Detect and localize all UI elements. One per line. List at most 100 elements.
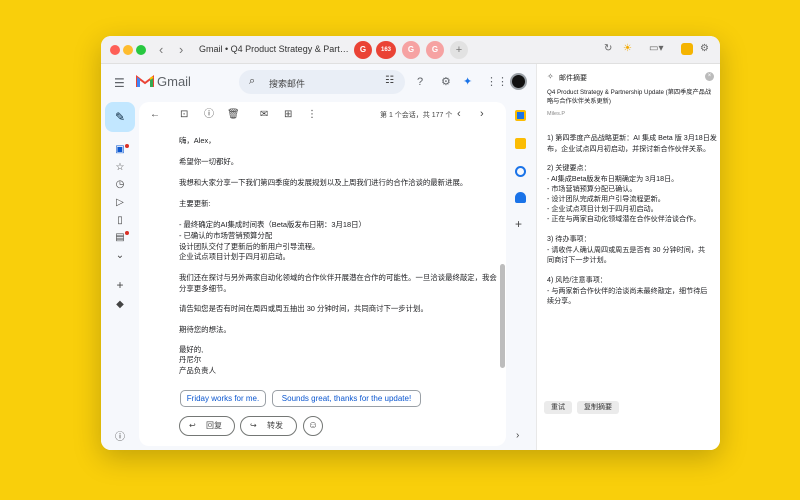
archive-icon[interactable]: ⊡ (180, 109, 188, 121)
email-signature-title: 产品负责人 (179, 366, 216, 375)
reply-button[interactable]: ↩ 回复 (179, 416, 235, 436)
starred-icon[interactable]: ☆ (113, 162, 127, 173)
forward-icon[interactable]: › (179, 42, 183, 58)
email-line: 我们还在探讨与另外两家自动化领域的合作伙伴开展潜在合作的可能性。一旦洽谈最终敲定… (179, 273, 497, 282)
add-label-icon[interactable]: + (113, 278, 127, 292)
settings-icon[interactable]: ⚙ (441, 76, 451, 88)
email-line: 分享更多细节。 (179, 284, 231, 293)
close-panel-icon[interactable]: × (705, 72, 714, 81)
email-line: 请告知您是否有时间在周四或周五抽出 30 分钟时间，共同商讨下一步计划。 (179, 304, 428, 313)
pager-text: 第 1 个会话，共 177 个 (380, 112, 453, 119)
email-summary-panel: ✧ 邮件摘要 × Q4 Product Strategy & Partnersh… (536, 64, 720, 450)
tab-gmail-2[interactable]: G (402, 41, 420, 59)
forward-icon: ↪ (250, 421, 257, 430)
copy-summary-button[interactable]: 复制摘要 (577, 401, 619, 414)
help-icon[interactable]: ? (417, 76, 423, 88)
main-menu-icon[interactable]: ☰ (114, 76, 125, 90)
extension-icon[interactable] (681, 43, 693, 55)
summary-subject: Q4 Product Strategy & Partnership Update… (547, 89, 712, 105)
side-apps-strip: + › (506, 100, 536, 450)
apps-grid-icon[interactable]: ⋮⋮ (486, 76, 508, 88)
summary-line: - AI集成Beta版发布日期确定为 3月18日。 (547, 175, 679, 183)
summary-line: 布，企业试点四月初启动，并探讨新合作伙伴关系。 (547, 145, 711, 153)
new-tab-button[interactable]: + (450, 41, 468, 59)
tab-163-mail[interactable]: 163 (376, 41, 396, 59)
back-icon[interactable]: ‹ (159, 42, 163, 58)
summary-line: 3) 待办事项： (547, 235, 591, 243)
emoji-reaction-button[interactable]: ☺ (303, 416, 323, 436)
unread-dot (125, 144, 129, 148)
gmail-logo-icon (136, 75, 154, 87)
info-icon[interactable]: ⓘ (113, 428, 127, 443)
summary-line: - 请收件人确认周四或周五是否有 30 分钟时间，共 (547, 246, 706, 254)
summary-line: 4) 风险/注意事项： (547, 276, 607, 284)
move-to-icon[interactable]: ⊞ (284, 109, 292, 121)
reply-icon: ↩ (189, 421, 196, 430)
close-window-button[interactable] (110, 45, 120, 55)
tab-gmail-3[interactable]: G (426, 41, 444, 59)
scrollbar-thumb[interactable] (500, 264, 505, 368)
delete-icon[interactable]: 🗑 (227, 109, 240, 121)
reload-icon[interactable]: ↻ (604, 43, 612, 55)
back-to-inbox-icon[interactable]: ← (150, 109, 160, 121)
browser-window: ‹ › Gmail • Q4 Product Strategy & Partne… (101, 36, 720, 450)
summary-line: 2) 关键要点： (547, 164, 591, 172)
search-icon[interactable]: ⌕ (249, 75, 255, 88)
label-tag-icon[interactable]: ◆ (113, 299, 127, 310)
summary-line: - 与两家新合作伙伴的洽谈尚未最终敲定，细节待后 (547, 287, 708, 295)
settings-gear-icon[interactable]: ⚙ (700, 43, 709, 55)
gemini-sparkle-icon[interactable]: ✦ (463, 76, 472, 88)
mark-unread-icon[interactable]: ✉ (260, 109, 268, 121)
email-line: 主要更新: (179, 199, 211, 208)
summary-panel-title: 邮件摘要 (559, 75, 587, 82)
drafts-dot (125, 231, 129, 235)
more-options-icon[interactable]: ⋮ (307, 109, 317, 121)
title-bar: ‹ › Gmail • Q4 Product Strategy & Partne… (101, 36, 720, 64)
gmail-app: ☰ Gmail ⌕ 搜索邮件 ☷ ? ⚙ ✦ ⋮⋮ ✎ ▣ ☆ ◷ ▷ ▯ ▤ … (101, 64, 536, 450)
sent-icon[interactable]: ▷ (113, 197, 127, 208)
smart-reply-friday[interactable]: Friday works for me. (180, 390, 266, 407)
sparkle-icon: ✧ (547, 72, 554, 81)
maximize-window-button[interactable] (136, 45, 146, 55)
get-addons-icon[interactable]: + (515, 217, 522, 231)
summary-line: 1) 第四季度产品战略更新：AI 集成 Beta 版 3月18日发 (547, 134, 717, 142)
search-options-icon[interactable]: ☷ (385, 75, 394, 86)
layout-icon[interactable]: ▭▾ (649, 43, 663, 55)
summary-line: 同商讨下一步计划。 (547, 256, 611, 264)
minimize-window-button[interactable] (123, 45, 133, 55)
active-tab-title[interactable]: Gmail • Q4 Product Strategy & Partnershi… (199, 44, 349, 54)
drafts-icon[interactable]: ▯ (113, 215, 127, 226)
tasks-icon[interactable] (515, 166, 526, 177)
summary-line: - 企业试点项目计划于四月初启动。 (547, 205, 658, 213)
contacts-icon[interactable] (515, 192, 526, 203)
compose-button[interactable]: ✎ (105, 102, 135, 132)
email-line: - 已确认的市场营销预算分配 (179, 231, 273, 240)
summary-line: 续分享。 (547, 297, 576, 305)
retry-button[interactable]: 重试 (544, 401, 572, 414)
sun-icon[interactable]: ☀ (623, 43, 632, 55)
email-line: 企业试点项目计划于四月初启动。 (179, 252, 290, 261)
report-spam-icon[interactable]: ⓘ (204, 109, 214, 121)
summary-line: - 市场营销预算分配已确认。 (547, 185, 637, 193)
calendar-icon[interactable] (515, 110, 526, 121)
message-pane: ← ⊡ ⓘ 🗑 ✉ ⊞ ⋮ 第 1 个会话，共 177 个 ‹ › 嗨，Alex… (139, 102, 506, 446)
tab-gmail-1[interactable]: G (354, 41, 372, 59)
next-conversation-icon[interactable]: › (480, 108, 484, 120)
summary-line: - 正在与两家自动化领域潜在合作伙伴洽谈合作。 (547, 215, 701, 223)
forward-button[interactable]: ↪ 转发 (240, 416, 297, 436)
search-input[interactable]: 搜索邮件 (269, 77, 305, 90)
account-avatar[interactable] (510, 73, 527, 90)
prev-conversation-icon[interactable]: ‹ (457, 108, 461, 120)
forward-label: 转发 (267, 421, 283, 430)
snoozed-icon[interactable]: ◷ (113, 179, 127, 190)
email-greeting: 嗨，Alex， (179, 136, 216, 145)
expand-panel-icon[interactable]: › (516, 430, 519, 441)
email-signature-name: 丹尼尔 (179, 355, 202, 364)
search-bar[interactable]: ⌕ 搜索邮件 ☷ (239, 70, 405, 94)
smart-reply-thanks[interactable]: Sounds great, thanks for the update! (272, 390, 421, 407)
keep-icon[interactable] (515, 138, 526, 149)
summary-sender: Miles.P (547, 111, 566, 117)
gmail-wordmark: Gmail (157, 74, 191, 89)
more-chevron-icon[interactable]: ⌄ (113, 250, 127, 261)
reply-label: 回复 (206, 421, 222, 430)
